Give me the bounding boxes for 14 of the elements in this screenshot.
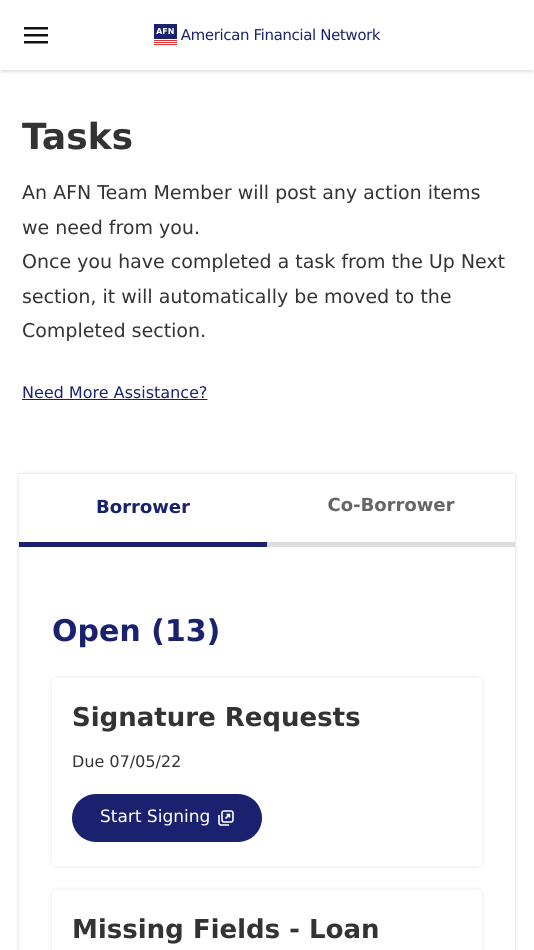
due-date: Due 07/05/22 — [72, 751, 182, 773]
task-title: Signature Requests — [72, 702, 362, 734]
tab[interactable]: Co-Borrower — [267, 474, 515, 546]
page-title: Tasks — [22, 120, 134, 156]
start-signing-button[interactable]: Start Signing — [72, 794, 262, 842]
section-title: Open (13) — [52, 612, 222, 650]
help-link[interactable]: Need More Assistance? — [22, 380, 208, 404]
intro-text: Once you have completed a task from the Up Next section, it will automatically be moved to the Completed section. — [22, 250, 506, 344]
tab[interactable]: Borrower — [19, 474, 267, 546]
logo-text: American Financial Network — [180, 24, 380, 46]
intro-text: An AFN Team Member will post any action items we need from you. — [22, 181, 482, 240]
menu-icon[interactable] — [24, 26, 48, 44]
external-link-icon — [218, 810, 234, 826]
task-title: Missing Fields - Loan — [72, 914, 381, 946]
